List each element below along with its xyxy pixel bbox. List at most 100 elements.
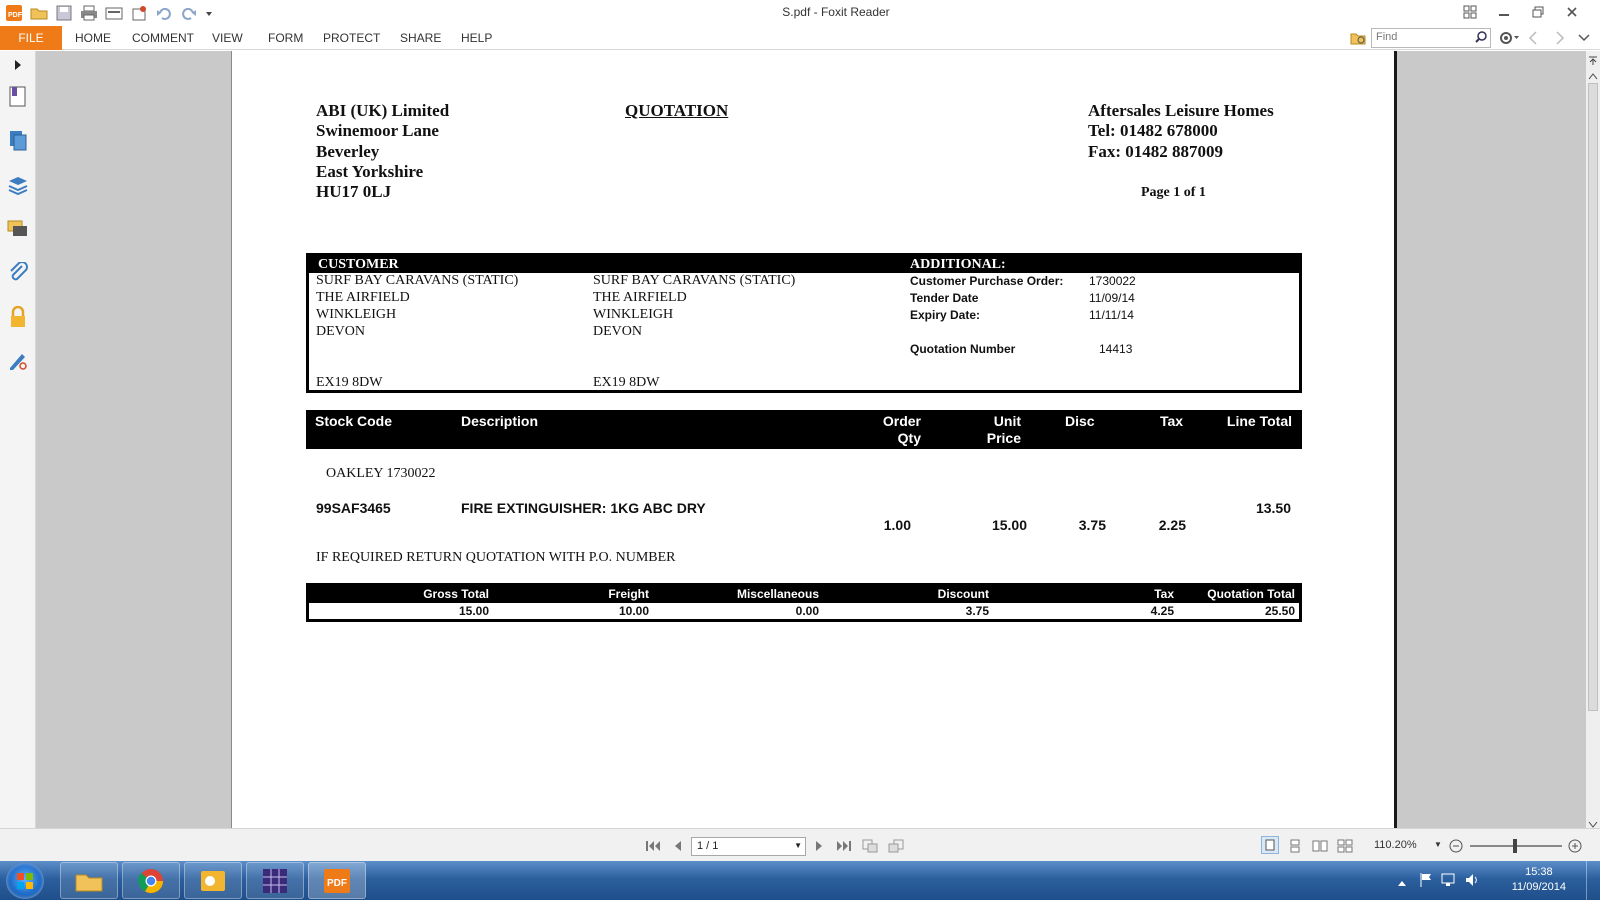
action-center-flag-icon[interactable] [1419, 872, 1433, 893]
tab-form[interactable]: FORM [268, 26, 303, 50]
zoom-out-icon[interactable] [1448, 838, 1464, 854]
return-note: IF REQUIRED RETURN QUOTATION WITH P.O. N… [316, 550, 676, 565]
tab-view[interactable]: VIEW [212, 26, 243, 50]
delivery-postcode: EX19 8DW [593, 375, 660, 390]
totals-header: Gross Total Freight Miscellaneous Discou… [309, 586, 1299, 603]
expiry-date-value: 11/11/14 [1089, 308, 1134, 322]
next-view-icon[interactable] [888, 838, 904, 854]
discount-label: Discount [937, 587, 989, 601]
security-lock-icon[interactable] [6, 305, 30, 329]
ribbon-tabs: FILE HOME COMMENT VIEW FORM PROTECT SHAR… [0, 26, 1600, 50]
taskbar-outlook[interactable] [184, 862, 242, 899]
col-unit-price-line1: Unit [993, 413, 1021, 429]
comments-icon[interactable] [6, 217, 30, 241]
tab-share[interactable]: SHARE [400, 26, 441, 50]
single-page-view-icon[interactable] [1261, 836, 1279, 854]
signature-icon[interactable] [6, 349, 30, 373]
find-input[interactable]: Find [1371, 28, 1491, 48]
discount-value: 3.75 [965, 604, 989, 618]
volume-icon[interactable] [1464, 872, 1480, 893]
restore-button[interactable] [1528, 3, 1548, 21]
tab-help[interactable]: HELP [461, 26, 492, 50]
taskbar-clock[interactable]: 15:38 11/09/2014 [1512, 865, 1566, 895]
zoom-dropdown-icon[interactable]: ▼ [1434, 840, 1442, 849]
page-number-value: 1 / 1 [697, 840, 719, 852]
additional-heading: ADDITIONAL: [910, 257, 1006, 272]
taskbar-chrome[interactable] [122, 862, 180, 899]
page-number-input[interactable]: 1 / 1 ▼ [691, 837, 806, 856]
settings-gear-icon[interactable] [1498, 30, 1520, 51]
system-tray: 15:38 11/09/2014 [1385, 861, 1600, 900]
delivery-address-line: WINKLEIGH [593, 307, 674, 322]
svg-text:PDF: PDF [327, 878, 347, 889]
col-disc: Disc [1065, 413, 1095, 429]
facing-view-icon[interactable] [1312, 838, 1328, 854]
tab-protect[interactable]: PROTECT [323, 26, 380, 50]
quotation-number-value: 14413 [1099, 342, 1133, 356]
foxit-pdf-icon: PDF [324, 868, 350, 893]
zoom-level[interactable]: 110.20% [1374, 839, 1417, 851]
vertical-scrollbar[interactable] [1586, 51, 1600, 828]
scrollbar-thumb[interactable] [1588, 83, 1598, 711]
gross-total-value: 15.00 [458, 604, 489, 618]
col-tax: Tax [1160, 413, 1184, 429]
delivery-address-line: DEVON [593, 324, 642, 339]
network-icon[interactable] [1441, 872, 1457, 893]
quotation-total-value: 25.50 [1264, 604, 1295, 618]
taskbar-foxit-reader[interactable]: PDF [308, 862, 366, 899]
next-result-icon[interactable] [1553, 30, 1567, 51]
previous-page-icon[interactable] [670, 838, 686, 854]
minimize-button[interactable] [1494, 3, 1514, 21]
zoom-in-icon[interactable] [1567, 838, 1583, 854]
bookmarks-icon[interactable] [6, 85, 30, 109]
prev-result-icon[interactable] [1526, 30, 1540, 51]
last-page-icon[interactable] [836, 838, 852, 854]
attachments-icon[interactable] [6, 261, 30, 285]
continuous-view-icon[interactable] [1287, 838, 1303, 854]
tab-home[interactable]: HOME [75, 26, 111, 50]
item-unit-price: 15.00 [991, 517, 1027, 533]
col-order-qty-line2: Qty [897, 430, 921, 446]
continuous-facing-view-icon[interactable] [1337, 838, 1353, 854]
find-folder-icon[interactable] [1350, 30, 1366, 51]
expand-panel-icon[interactable] [6, 53, 30, 77]
close-button[interactable] [1562, 3, 1582, 21]
tab-file[interactable]: FILE [0, 26, 62, 50]
invoice-address-line: WINKLEIGH [316, 307, 397, 322]
tax-total-label: Tax [1154, 587, 1174, 601]
invoice-address-line: SURF BAY CARAVANS (STATIC) [316, 273, 519, 288]
first-page-icon[interactable] [645, 838, 661, 854]
navigation-panel [0, 51, 36, 828]
show-desktop-button[interactable] [1586, 861, 1600, 900]
col-stock-code: Stock Code [315, 413, 393, 429]
taskbar-explorer[interactable] [60, 862, 118, 899]
window-title: S.pdf - Foxit Reader [782, 5, 890, 19]
col-unit-price-line2: Price [986, 430, 1021, 446]
items-table-header: Stock Code Description Order Qty Unit Pr… [306, 410, 1302, 449]
next-page-icon[interactable] [811, 838, 827, 854]
tender-date-label: Tender Date [910, 291, 979, 305]
delivery-address-line: SURF BAY CARAVANS (STATIC) [593, 273, 796, 288]
taskbar-spreadsheet-app[interactable] [246, 862, 304, 899]
item-tax: 2.25 [1158, 517, 1186, 533]
miscellaneous-label: Miscellaneous [736, 587, 819, 601]
invoice-address-line: THE AIRFIELD [316, 290, 410, 305]
page-dropdown-icon[interactable]: ▼ [794, 841, 802, 850]
grid-app-icon [263, 868, 287, 893]
company-address-line: East Yorkshire [316, 162, 424, 181]
layers-icon[interactable] [6, 173, 30, 197]
outlook-icon [201, 870, 225, 891]
zoom-slider-handle[interactable] [1513, 839, 1517, 853]
show-hidden-icons[interactable] [1397, 874, 1407, 892]
customer-reference: OAKLEY 1730022 [326, 466, 436, 481]
tab-comment[interactable]: COMMENT [132, 26, 194, 50]
po-label: Customer Purchase Order: [910, 274, 1064, 288]
previous-view-icon[interactable] [862, 838, 878, 854]
start-button[interactable] [6, 863, 44, 899]
search-icon[interactable] [1475, 31, 1487, 46]
status-bar: 1 / 1 ▼ 110.20% ▼ [0, 828, 1600, 861]
pages-icon[interactable] [6, 129, 30, 153]
ribbon-toggle-icon[interactable] [1460, 3, 1480, 21]
ribbon-collapse-icon[interactable] [1578, 31, 1590, 49]
item-description: FIRE EXTINGUISHER: 1KG ABC DRY [461, 500, 706, 516]
